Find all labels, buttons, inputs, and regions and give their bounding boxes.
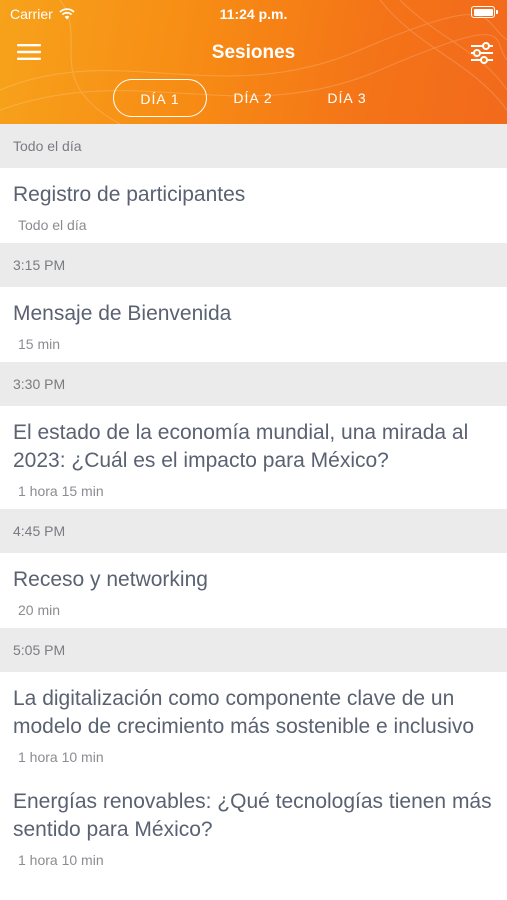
time-section-header: 3:30 PM	[0, 362, 507, 406]
session-title: Energías renovables: ¿Qué tecnologías ti…	[13, 790, 492, 841]
session-item[interactable]: Mensaje de Bienvenida 15 min	[0, 287, 507, 362]
session-item[interactable]: El estado de la economía mundial, una mi…	[0, 406, 507, 509]
time-section-header: 3:15 PM	[0, 243, 507, 287]
page-title: Sesiones	[211, 42, 296, 63]
session-title: El estado de la economía mundial, una mi…	[13, 421, 469, 472]
filter-sliders-icon	[471, 42, 493, 64]
session-title: Mensaje de Bienvenida	[13, 302, 232, 325]
session-duration: Todo el día	[18, 217, 87, 233]
session-item[interactable]: Energías renovables: ¿Qué tecnologías ti…	[0, 775, 507, 878]
session-duration: 1 hora 10 min	[18, 749, 104, 765]
status-time: 11:24 p.m.	[219, 6, 288, 22]
session-title: Receso y networking	[13, 568, 208, 591]
tab-dia-2[interactable]: DÍA 2	[206, 79, 300, 117]
session-title: La digitalización como componente clave …	[13, 687, 475, 738]
filter-button[interactable]	[469, 40, 495, 66]
status-bar: Carrier 11:24 p.m.	[0, 0, 507, 30]
time-section-header: 4:45 PM	[0, 509, 507, 553]
session-duration: 15 min	[18, 336, 61, 352]
day-tabs: DÍA 1 DÍA 2 DÍA 3	[0, 79, 507, 119]
sessions-list: Todo el día Registro de participantes To…	[0, 124, 507, 900]
session-title: Registro de participantes	[13, 183, 246, 206]
tab-dia-3[interactable]: DÍA 3	[300, 79, 394, 117]
tab-dia-1[interactable]: DÍA 1	[113, 79, 207, 117]
app-header: Carrier 11:24 p.m. Sesiones DÍA 1 DÍA 2 …	[0, 0, 507, 124]
session-item[interactable]: Receso y networking 20 min	[0, 553, 507, 628]
session-duration: 1 hora 15 min	[18, 483, 104, 499]
session-item[interactable]: La digitalización como componente clave …	[0, 672, 507, 775]
session-item[interactable]: Registro de participantes Todo el día	[0, 168, 507, 243]
time-section-header: Todo el día	[0, 124, 507, 168]
battery-icon	[471, 6, 498, 18]
session-duration: 1 hora 10 min	[18, 852, 104, 868]
session-duration: 20 min	[18, 602, 61, 618]
time-section-header: 5:05 PM	[0, 628, 507, 672]
